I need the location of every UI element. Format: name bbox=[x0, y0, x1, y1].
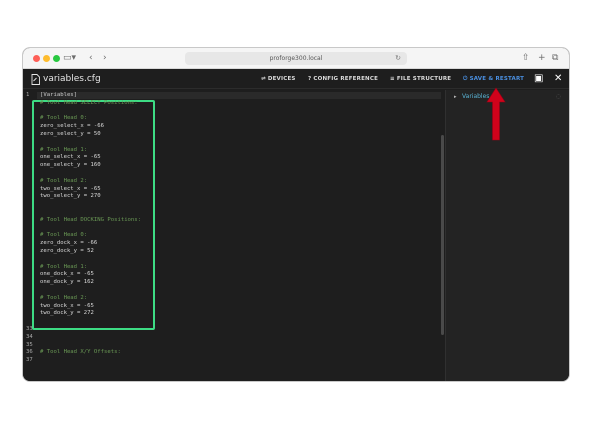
share-icon[interactable]: ⇧ bbox=[522, 52, 530, 64]
address-bar[interactable]: proforge300.local ↻ bbox=[185, 52, 407, 65]
code-line[interactable]: zero_select_y = 50 bbox=[40, 131, 101, 137]
code-line[interactable]: # Tool Head DOCKING Positions: bbox=[40, 217, 141, 223]
devices-icon: ⇌ bbox=[261, 76, 266, 82]
close-window-button[interactable] bbox=[33, 55, 40, 62]
file-icon bbox=[31, 74, 40, 85]
list-icon: ≡ bbox=[390, 76, 395, 82]
save-restart-button[interactable]: ⏻ SAVE & RESTART bbox=[463, 75, 524, 84]
browser-toolbar: ▭▾ ‹ › proforge300.local ↻ ⇧ + ⧉ bbox=[23, 48, 569, 69]
config-reference-button[interactable]: ? CONFIG REFERENCE bbox=[308, 75, 378, 84]
code-line[interactable]: two_dock_x = -65 bbox=[40, 303, 94, 309]
devices-button[interactable]: ⇌ DEVICES bbox=[261, 75, 296, 84]
code-line[interactable]: # Tool Head 1: bbox=[40, 264, 87, 270]
active-line-highlight bbox=[37, 92, 441, 99]
editor-scrollbar[interactable] bbox=[441, 135, 444, 335]
line-number: 36 bbox=[26, 349, 33, 356]
file-name: variables.cfg bbox=[43, 74, 101, 84]
code-line[interactable]: one_dock_y = 162 bbox=[40, 279, 94, 285]
code-line[interactable]: # Tool Head X/Y Offsets: bbox=[40, 349, 121, 355]
line-number: 1 bbox=[26, 92, 30, 98]
zoom-window-button[interactable] bbox=[53, 55, 60, 62]
code-line[interactable]: zero_select_x = -66 bbox=[40, 123, 104, 129]
line-number: 34 bbox=[26, 333, 33, 340]
code-line[interactable]: two_select_x = -65 bbox=[40, 186, 101, 192]
question-icon: ? bbox=[308, 76, 312, 82]
code-line[interactable]: two_dock_y = 272 bbox=[40, 310, 94, 316]
close-icon[interactable]: ✕ bbox=[554, 73, 562, 85]
tree-expand-icon[interactable]: ▸ bbox=[454, 94, 457, 100]
minimize-window-button[interactable] bbox=[43, 55, 50, 62]
line-number: 37 bbox=[26, 357, 33, 364]
sidebar-toggle-icon[interactable]: ▭▾ bbox=[63, 52, 76, 64]
annotation-arrow bbox=[486, 87, 506, 141]
code-line[interactable]: # Tool Head 0: bbox=[40, 115, 87, 121]
code-line[interactable]: # Tool Head 1: bbox=[40, 147, 87, 153]
power-icon: ⏻ bbox=[463, 76, 468, 82]
code-line[interactable]: # Tool Head 2: bbox=[40, 295, 87, 301]
code-line[interactable]: two_select_y = 270 bbox=[40, 193, 101, 199]
url-text: proforge300.local bbox=[269, 55, 323, 62]
save-icon[interactable]: ▣ bbox=[534, 73, 543, 85]
code-line[interactable]: # Tool Head 2: bbox=[40, 178, 87, 184]
code-line[interactable]: zero_dock_y = 52 bbox=[40, 248, 94, 254]
plus-icon[interactable]: + bbox=[538, 52, 546, 64]
line-number: 35 bbox=[26, 341, 33, 348]
chevron-left-icon[interactable]: ‹ bbox=[89, 52, 93, 64]
file-structure-button[interactable]: ≡ FILE STRUCTURE bbox=[390, 75, 451, 84]
code-line[interactable]: one_dock_x = -65 bbox=[40, 271, 94, 277]
code-line[interactable]: one_select_x = -65 bbox=[40, 154, 101, 160]
code-line[interactable]: # Tool Head 0: bbox=[40, 232, 87, 238]
code-line[interactable]: # Tool Head SELECT Positions: bbox=[40, 100, 138, 106]
code-editor[interactable]: 1 [Variables] # Tool Head SELECT Positions… bbox=[23, 90, 444, 381]
tabs-overview-icon[interactable]: ⧉ bbox=[552, 52, 558, 64]
code-line[interactable]: one_select_y = 160 bbox=[40, 162, 101, 168]
reload-icon[interactable]: ↻ bbox=[395, 52, 401, 65]
line-number: 33 bbox=[26, 326, 33, 332]
code-line[interactable]: [Variables] bbox=[40, 92, 77, 98]
code-line[interactable]: zero_dock_x = -66 bbox=[40, 240, 97, 246]
info-icon[interactable]: ◌ bbox=[556, 93, 561, 100]
chevron-right-icon[interactable]: › bbox=[103, 52, 107, 64]
